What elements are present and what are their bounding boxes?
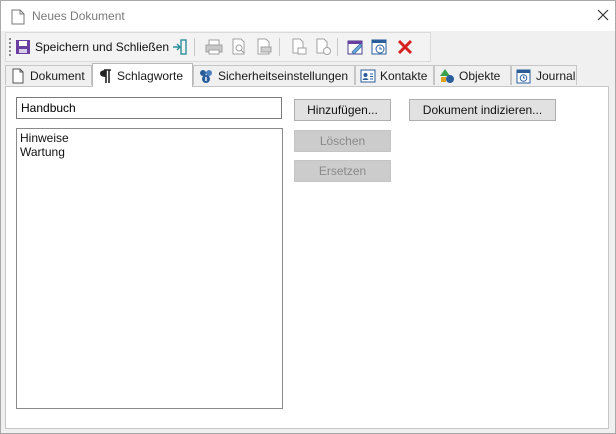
tab-label: Dokument	[30, 68, 85, 83]
journal-icon	[516, 69, 531, 83]
contact-card-icon	[360, 69, 376, 82]
window-title: Neues Dokument	[32, 9, 125, 23]
replace-keyword-button[interactable]: Ersetzen	[294, 160, 391, 182]
toolbar-separator	[337, 38, 338, 56]
keywords-panel: Hinweise Wartung Hinzufügen... Löschen E…	[5, 86, 609, 429]
tab-kontakte[interactable]: Kontakte	[355, 65, 434, 85]
list-item[interactable]: Hinweise	[20, 131, 279, 145]
tab-label: Sicherheitseinstellungen	[218, 68, 349, 83]
schedule-icon[interactable]	[370, 37, 390, 57]
delete-keyword-button[interactable]: Löschen	[294, 130, 391, 152]
delete-icon[interactable]	[395, 37, 415, 57]
tab-label: Objekte	[459, 68, 501, 83]
toolbar-grip[interactable]	[9, 38, 11, 56]
keyword-list[interactable]: Hinweise Wartung	[16, 128, 283, 409]
toolbar: Speichern und Schließen	[5, 32, 431, 62]
add-keyword-button[interactable]: Hinzufügen...	[294, 99, 391, 121]
objects-icon	[440, 68, 454, 83]
edit-icon[interactable]	[346, 37, 366, 57]
save-and-close-button[interactable]: Speichern und Schließen	[15, 36, 169, 58]
tab-objekte[interactable]: Objekte	[434, 65, 511, 85]
tab-label: Journal	[536, 68, 576, 83]
pilcrow-icon	[100, 68, 111, 83]
tab-dokument[interactable]: Dokument	[5, 65, 92, 85]
security-users-icon	[200, 69, 212, 83]
tab-strip: Dokument Schlagworte Sicherheitseinstell…	[5, 63, 609, 87]
toolbar-separator	[279, 38, 280, 56]
title-bar: Neues Dokument	[1, 1, 615, 31]
index-document-button[interactable]: Dokument indizieren...	[409, 99, 556, 121]
new-copy-icon[interactable]	[313, 37, 333, 57]
document-icon	[12, 68, 24, 83]
save-and-close-label: Speichern und Schließen	[35, 40, 170, 54]
exit-icon[interactable]	[170, 37, 190, 57]
print-setup-icon[interactable]	[254, 37, 274, 57]
tab-sicherheitseinstellungen[interactable]: Sicherheitseinstellungen	[193, 65, 355, 85]
print-preview-icon[interactable]	[229, 37, 249, 57]
document-icon	[11, 9, 25, 25]
document-window: Neues Dokument Speichern und Schließen D…	[0, 0, 616, 434]
keyword-input[interactable]	[16, 97, 282, 119]
toolbar-separator	[194, 38, 195, 56]
print-icon[interactable]	[204, 37, 224, 57]
copy-icon[interactable]	[289, 37, 309, 57]
save-icon	[16, 40, 30, 54]
tab-label: Schlagworte	[117, 68, 184, 83]
close-icon[interactable]	[595, 7, 611, 23]
list-item[interactable]: Wartung	[20, 145, 279, 159]
tab-schlagworte[interactable]: Schlagworte	[92, 63, 193, 87]
tab-journal[interactable]: Journal	[511, 65, 577, 85]
tab-label: Kontakte	[380, 68, 428, 83]
